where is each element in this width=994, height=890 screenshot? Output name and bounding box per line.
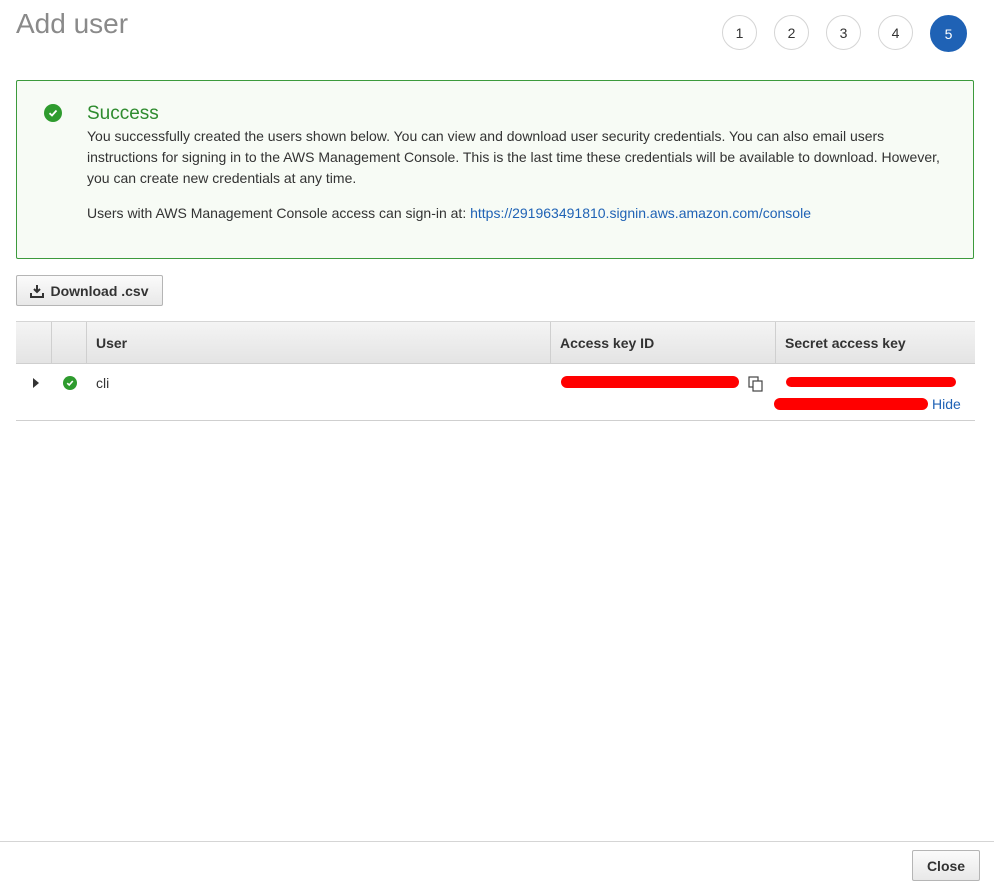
redacted-secret-key-line2 [774,398,928,410]
step-2[interactable]: 2 [774,15,809,50]
step-3[interactable]: 3 [826,15,861,50]
alert-message: You successfully created the users shown… [87,128,940,186]
user-status-icon [63,376,77,390]
table-header: User Access key ID Secret access key [16,321,975,364]
column-access-key-id[interactable]: Access key ID [550,322,775,364]
copy-icon[interactable] [748,376,764,392]
signin-prefix: Users with AWS Management Console access… [87,205,471,221]
hide-secret-link[interactable]: Hide [932,396,961,412]
step-5[interactable]: 5 [930,15,967,52]
page-title: Add user [16,8,129,39]
redacted-secret-key-line1 [786,377,956,387]
footer: Close [0,841,994,890]
download-csv-label: Download .csv [50,282,149,299]
success-alert: Success You successfully created the use… [16,80,974,259]
alert-title: Success [87,103,159,124]
download-icon [30,284,45,298]
success-check-icon [44,104,62,122]
user-name: cli [96,375,110,391]
expand-row-icon[interactable] [33,378,39,388]
download-csv-button[interactable]: Download .csv [16,275,163,306]
step-4[interactable]: 4 [878,15,913,50]
signin-text: Users with AWS Management Console access… [87,205,811,221]
column-secret-access-key[interactable]: Secret access key [775,322,975,364]
column-user[interactable]: User [86,322,550,364]
wizard-steps: 1 2 3 4 5 [722,15,967,52]
signin-url-link[interactable]: https://291963491810.signin.aws.amazon.c… [470,205,811,221]
redacted-access-key [561,376,739,388]
table-row: cli Hide [16,364,975,421]
close-button[interactable]: Close [912,850,980,881]
step-1[interactable]: 1 [722,15,757,50]
